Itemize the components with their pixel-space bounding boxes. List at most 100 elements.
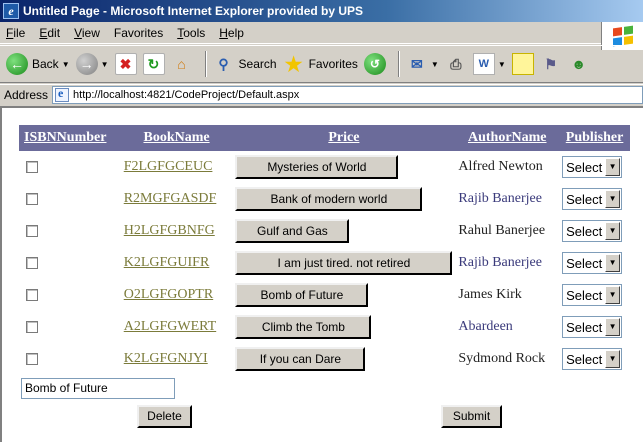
cell-price: If you can Dare [232, 343, 455, 375]
history-icon: ↺ [363, 53, 386, 75]
isbn-link[interactable]: O2LGFGOPTR [124, 287, 213, 302]
book-name-button[interactable]: Gulf and Gas [235, 219, 350, 243]
header-price[interactable]: Price [232, 125, 456, 151]
delete-button[interactable]: Delete [137, 405, 192, 428]
research-icon: ⚑ [544, 55, 558, 72]
search-button[interactable]: ⚲ Search [213, 53, 277, 75]
cell-select [19, 247, 121, 279]
row-checkbox[interactable] [26, 256, 38, 269]
publisher-select[interactable]: Select ▼ [562, 252, 623, 274]
printer-icon: ⎙ [450, 55, 462, 72]
row-checkbox[interactable] [26, 320, 38, 333]
chevron-down-icon[interactable]: ▼ [431, 60, 439, 69]
refresh-icon: ↻ [142, 53, 165, 75]
header-publisher[interactable]: Publisher [559, 125, 630, 151]
cell-price: Mysteries of World [232, 151, 455, 183]
publisher-select-value: Select [566, 287, 603, 303]
author-name: Alfred Newton [458, 159, 543, 174]
publisher-select[interactable]: Select ▼ [562, 156, 623, 178]
chevron-down-icon[interactable]: ▼ [605, 318, 621, 336]
publisher-select-value: Select [566, 351, 603, 367]
chevron-down-icon[interactable]: ▼ [498, 60, 506, 69]
isbn-link[interactable]: F2LGFGCEUC [124, 159, 213, 174]
chevron-down-icon[interactable]: ▼ [62, 60, 70, 69]
row-checkbox[interactable] [26, 352, 38, 365]
publisher-select-value: Select [566, 319, 603, 335]
discuss-button[interactable] [511, 53, 534, 75]
refresh-button[interactable]: ↻ [142, 53, 165, 75]
cell-isbn: H2LGFGBNFG [121, 215, 233, 247]
book-name-input[interactable]: Bomb of Future [21, 378, 175, 399]
menu-item-tools[interactable]: Tools [177, 26, 205, 40]
print-button[interactable]: ⎙ [445, 53, 467, 75]
isbn-link[interactable]: R2MGFGASDF [124, 191, 217, 206]
mail-button[interactable]: ✉ ▼ [406, 53, 439, 75]
home-button[interactable]: ⌂ [171, 53, 193, 75]
publisher-select[interactable]: Select ▼ [562, 284, 623, 306]
menu-item-edit[interactable]: Edit [39, 26, 60, 40]
back-button[interactable]: ← Back ▼ [6, 53, 70, 75]
cell-author: Rajib Banerjee [455, 247, 559, 279]
cell-publisher: Select ▼ [559, 215, 630, 247]
book-name-button[interactable]: Climb the Tomb [235, 315, 372, 339]
book-name-button[interactable]: Bank of modern world [235, 187, 423, 211]
search-label: Search [238, 57, 277, 71]
isbn-link[interactable]: A2LGFGWERT [124, 319, 216, 334]
isbn-link[interactable]: K2LGFGNJYI [124, 351, 208, 366]
book-name-button[interactable]: If you can Dare [235, 347, 366, 371]
history-button[interactable]: ↺ [363, 53, 386, 75]
stop-button[interactable]: ✖ [114, 53, 137, 75]
edit-button[interactable]: W ▼ [472, 53, 506, 75]
chevron-down-icon[interactable]: ▼ [605, 254, 621, 272]
author-name: Abardeen [458, 319, 513, 334]
book-name-button[interactable]: Bomb of Future [235, 283, 369, 307]
chevron-down-icon[interactable]: ▼ [605, 350, 621, 368]
table-row: R2MGFGASDF Bank of modern world Rajib Bane… [19, 183, 630, 215]
publisher-select[interactable]: Select ▼ [562, 316, 623, 338]
submit-button[interactable]: Submit [441, 405, 502, 428]
favorites-button[interactable]: ★ Favorites [283, 53, 358, 76]
cell-select [19, 183, 121, 215]
book-name-button[interactable]: Mysteries of World [235, 155, 399, 179]
publisher-select-value: Select [566, 159, 603, 175]
table-row: A2LGFGWERT Climb the Tomb Abardeen Select ▼ [19, 311, 630, 343]
chevron-down-icon[interactable]: ▼ [605, 158, 621, 176]
header-isbnnumber[interactable]: ISBNNumber [19, 125, 121, 151]
row-checkbox[interactable] [26, 288, 38, 301]
menu-item-help[interactable]: Help [219, 26, 244, 40]
research-button[interactable]: ⚑ [540, 53, 562, 75]
isbn-link[interactable]: H2LGFGBNFG [124, 223, 215, 238]
cell-select [19, 311, 121, 343]
cell-select [19, 343, 121, 375]
publisher-select[interactable]: Select ▼ [562, 348, 623, 370]
author-name: Sydmond Rock [458, 351, 546, 366]
address-input[interactable]: http://localhost:4821/CodeProject/Defaul… [52, 85, 643, 104]
publisher-select[interactable]: Select ▼ [562, 220, 623, 242]
author-name: Rajib Banerjee [458, 255, 542, 270]
chevron-down-icon[interactable]: ▼ [605, 190, 621, 208]
cell-author: Sydmond Rock [455, 343, 559, 375]
chevron-down-icon[interactable]: ▼ [101, 60, 109, 69]
header-bookname[interactable]: BookName [120, 125, 233, 151]
menu-item-file[interactable]: File [6, 26, 25, 40]
row-checkbox[interactable] [26, 192, 38, 205]
mail-icon: ✉ [411, 55, 423, 72]
chevron-down-icon[interactable]: ▼ [605, 286, 621, 304]
isbn-link[interactable]: K2LGFGUIFR [124, 255, 210, 270]
cell-price: Gulf and Gas [232, 215, 455, 247]
cell-author: Rajib Banerjee [455, 183, 559, 215]
cell-price: Climb the Tomb [232, 311, 455, 343]
cell-publisher: Select ▼ [559, 247, 630, 279]
book-name-button[interactable]: I am just tired. not retired [235, 251, 453, 275]
row-checkbox[interactable] [26, 224, 38, 237]
messenger-button[interactable]: ☻ [568, 53, 590, 75]
table-row: K2LGFGUIFR I am just tired. not retired Ra… [19, 247, 630, 279]
header-authorname[interactable]: AuthorName [455, 125, 560, 151]
menu-item-view[interactable]: View [74, 26, 100, 40]
menu-item-favorites[interactable]: Favorites [114, 26, 163, 40]
chevron-down-icon[interactable]: ▼ [605, 222, 621, 240]
forward-button[interactable]: → ▼ [75, 53, 109, 75]
cell-author: James Kirk [455, 279, 559, 311]
row-checkbox[interactable] [26, 160, 38, 173]
publisher-select[interactable]: Select ▼ [562, 188, 623, 210]
